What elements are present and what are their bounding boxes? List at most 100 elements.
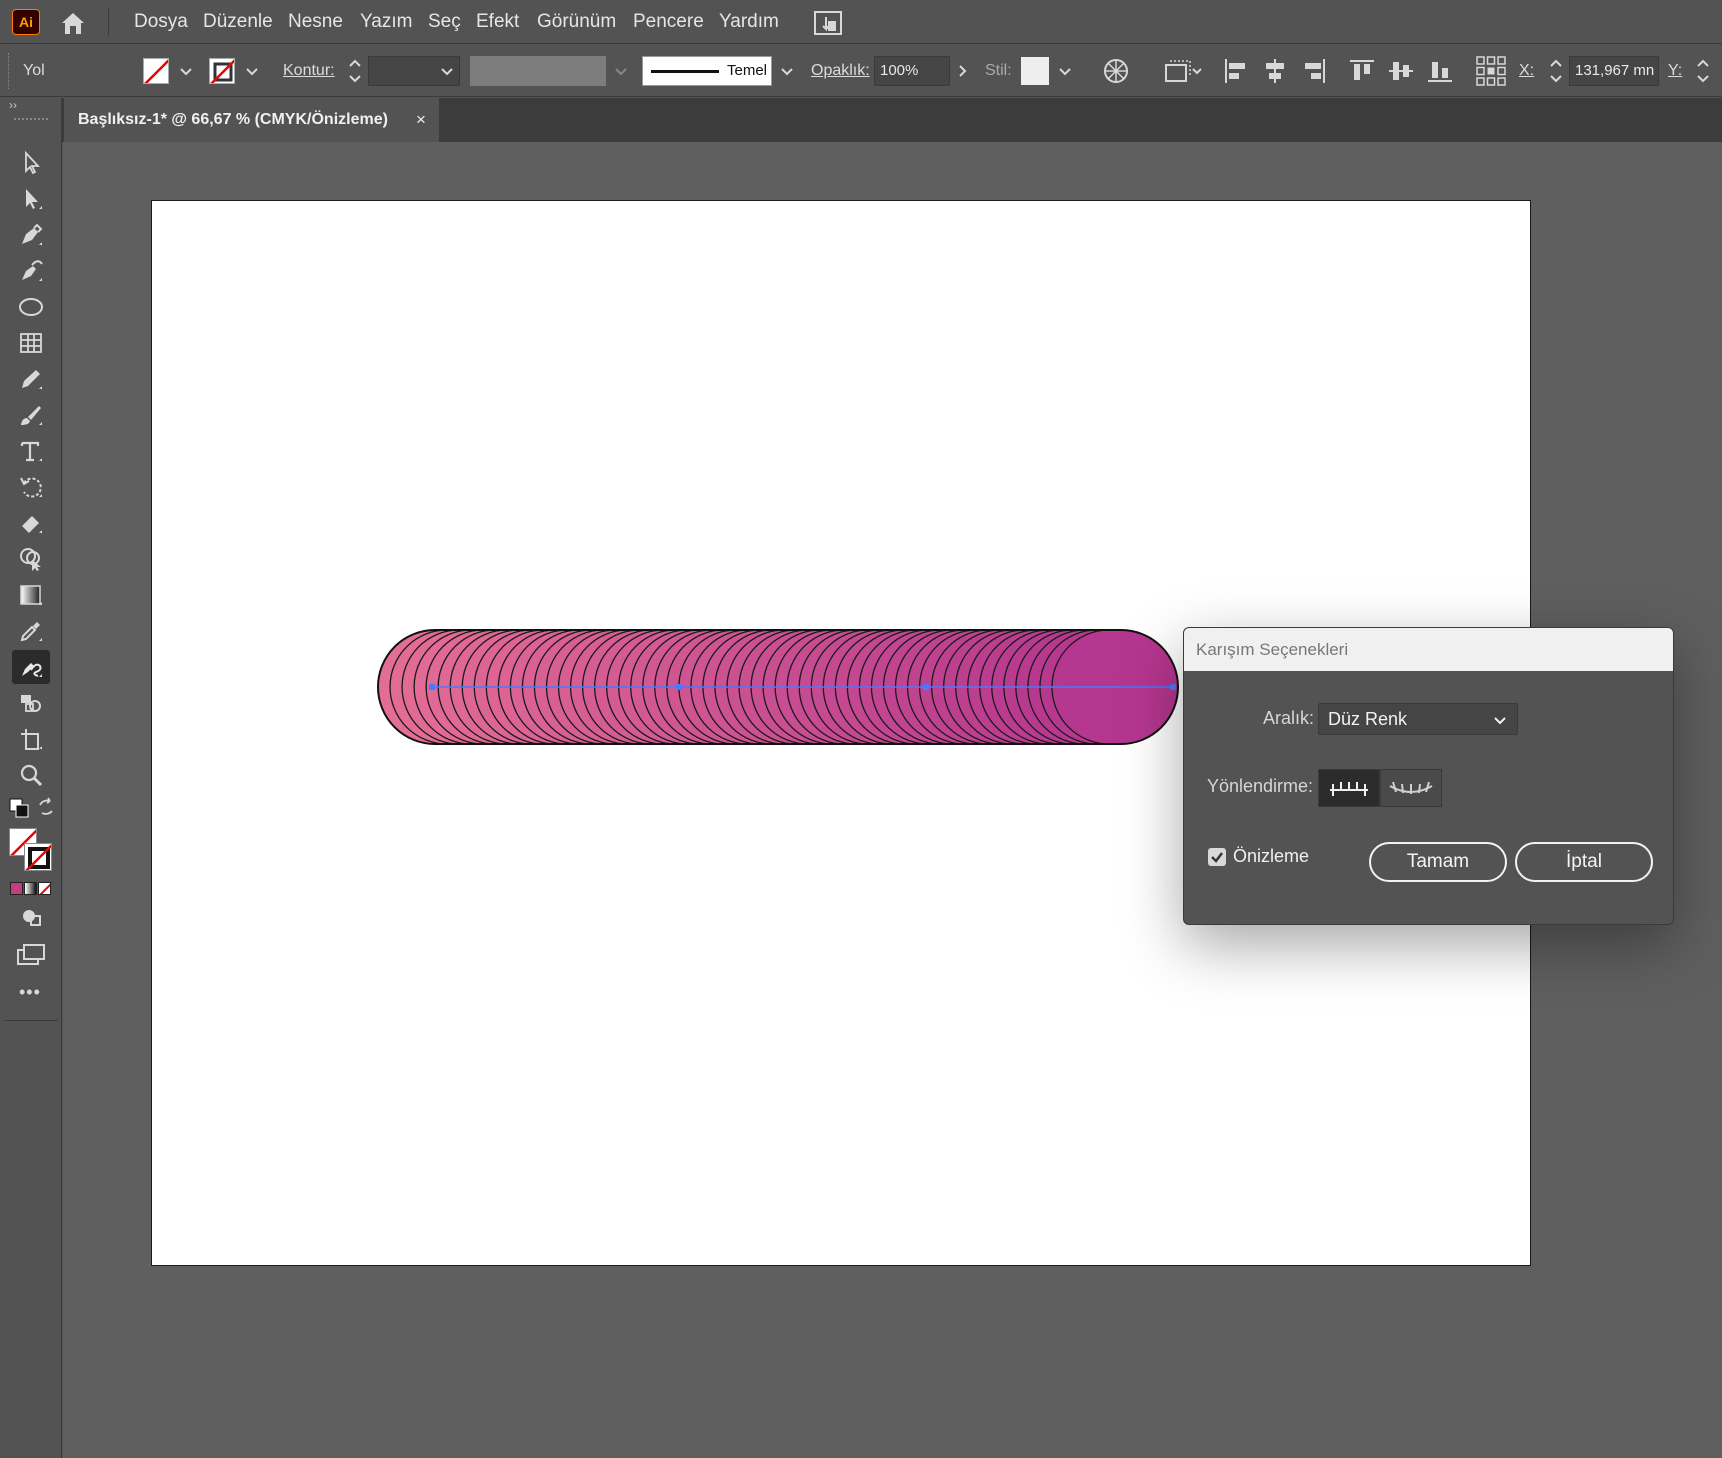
spine-anchor-start[interactable] [429,684,435,690]
opacity-field[interactable]: 100% [874,56,950,86]
align-top-icon[interactable] [1348,57,1376,85]
spacing-select[interactable]: Düz Renk [1318,703,1518,735]
curvature-tool-icon[interactable] [12,254,50,288]
document-tab-title: Başlıksız-1* @ 66,67 % (CMYK/Önizleme) [78,111,388,128]
menu-select[interactable]: Seç [428,0,461,44]
stroke-dropdown-chevron-icon[interactable] [243,62,261,80]
control-bar: Yol Kontur: Temel Opaklık: 100% Stil: X:… [0,45,1722,97]
x-stepper-icon[interactable] [1547,55,1565,87]
stroke-weight-chevron-icon[interactable] [438,62,456,80]
transform-icon[interactable] [1162,57,1204,85]
menu-divider [108,8,109,36]
chevron-down-icon [1494,717,1506,725]
close-icon[interactable]: × [416,98,426,142]
gradient-mode-button[interactable] [24,882,37,895]
grid-tool-icon[interactable] [12,326,50,360]
eraser-tool-icon[interactable] [12,506,50,540]
reference-point-icon[interactable] [1475,55,1507,87]
recolor-artwork-icon[interactable] [1102,57,1130,85]
screen-mode-icon[interactable] [16,942,46,968]
panel-collapse-icon[interactable]: ›› [9,98,17,112]
stroke-stepper-icon[interactable] [346,55,364,87]
x-label[interactable]: X: [1519,45,1534,97]
symbol-sprayer-tool-icon[interactable] [12,686,50,720]
drawing-mode-icon[interactable] [19,906,45,930]
brush-definition-select[interactable]: Temel [642,56,772,86]
orientation-label: Yönlendirme: [1207,776,1314,796]
stroke-color-box[interactable] [24,843,52,871]
menu-type[interactable]: Yazım [360,0,412,44]
preview-checkbox[interactable] [1208,848,1226,866]
align-to-page-icon [1330,782,1368,796]
menu-edit[interactable]: Düzenle [203,0,273,44]
stroke-swatch[interactable] [209,58,235,84]
align-vertical-center-icon[interactable] [1387,57,1415,85]
brush-chevron-icon[interactable] [778,62,796,80]
align-horizontal-center-icon[interactable] [1261,57,1289,85]
align-left-icon[interactable] [1222,57,1250,85]
profile-chevron-icon[interactable] [612,62,630,80]
dialog-title: Karışım Seçenekleri [1196,640,1349,659]
object-type-label: Yol [23,62,45,79]
graphic-style-swatch[interactable] [1021,57,1049,85]
stroke-label[interactable]: Kontur: [283,45,335,97]
dialog-titlebar[interactable]: Karışım Seçenekleri [1184,628,1673,671]
arrange-documents-icon[interactable] [812,9,844,37]
grip-handle[interactable] [8,53,11,89]
swap-fill-stroke-icon[interactable] [36,797,56,817]
eyedropper-tool-icon[interactable] [12,614,50,648]
select-tool-icon[interactable] [12,146,50,180]
document-tab[interactable]: Başlıksız-1* @ 66,67 % (CMYK/Önizleme) × [64,98,439,142]
more-tools-icon[interactable]: ••• [19,982,41,1003]
spine-anchor-mid-2[interactable] [923,684,929,690]
y-label[interactable]: Y: [1668,45,1682,97]
align-to-page-button[interactable] [1318,769,1380,807]
opacity-label[interactable]: Opaklık: [811,45,870,97]
brush-stroke-preview [651,70,719,73]
menu-window[interactable]: Pencere [633,0,704,44]
none-mode-button[interactable] [38,882,51,895]
menu-effect[interactable]: Efekt [476,0,519,44]
artboard-tool-icon[interactable] [12,722,50,756]
fill-swatch[interactable] [143,58,169,84]
cancel-button[interactable]: İptal [1515,842,1653,882]
panel-grip[interactable] [14,118,48,120]
ellipse-tool-icon[interactable] [12,290,50,324]
default-fill-stroke-icon[interactable] [8,797,30,819]
x-value: 131,967 mn [1575,62,1655,79]
color-mode-button[interactable] [10,882,23,895]
menu-file[interactable]: Dosya [134,0,188,44]
ok-button[interactable]: Tamam [1369,842,1507,882]
align-to-path-icon [1389,781,1433,794]
menu-view[interactable]: Görünüm [537,0,616,44]
menu-object[interactable]: Nesne [288,0,343,44]
zoom-tool-icon[interactable] [12,758,50,792]
spine-anchor-end[interactable] [1170,684,1176,690]
blend-tool-icon[interactable] [12,650,50,684]
rotate-tool-icon[interactable] [12,470,50,504]
spacing-value: Düz Renk [1328,709,1408,729]
paintbrush-tool-icon[interactable] [12,398,50,432]
pencil-tool-icon[interactable] [12,362,50,396]
variable-width-profile[interactable] [470,56,606,86]
spacing-label: Aralık: [1263,708,1315,728]
y-stepper-icon[interactable] [1694,55,1712,87]
align-to-path-button[interactable] [1380,769,1442,807]
opacity-arrow-icon[interactable] [953,62,971,80]
fill-dropdown-chevron-icon[interactable] [177,62,195,80]
x-field[interactable]: 131,967 mn [1569,56,1659,86]
spine-anchor-mid-1[interactable] [676,684,682,690]
align-right-icon[interactable] [1300,57,1328,85]
type-tool-icon[interactable] [12,434,50,468]
brush-name: Temel [727,62,768,79]
app-logo: Ai [12,9,40,35]
preview-label[interactable]: Önizleme [1233,846,1309,867]
menu-help[interactable]: Yardım [719,0,779,44]
direct-select-tool-icon[interactable] [12,182,50,216]
home-icon[interactable] [58,9,88,37]
pen-tool-icon[interactable] [12,218,50,252]
shape-builder-tool-icon[interactable] [12,542,50,576]
align-bottom-icon[interactable] [1426,57,1454,85]
gradient-tool-icon[interactable] [12,578,50,612]
style-chevron-icon[interactable] [1056,62,1074,80]
